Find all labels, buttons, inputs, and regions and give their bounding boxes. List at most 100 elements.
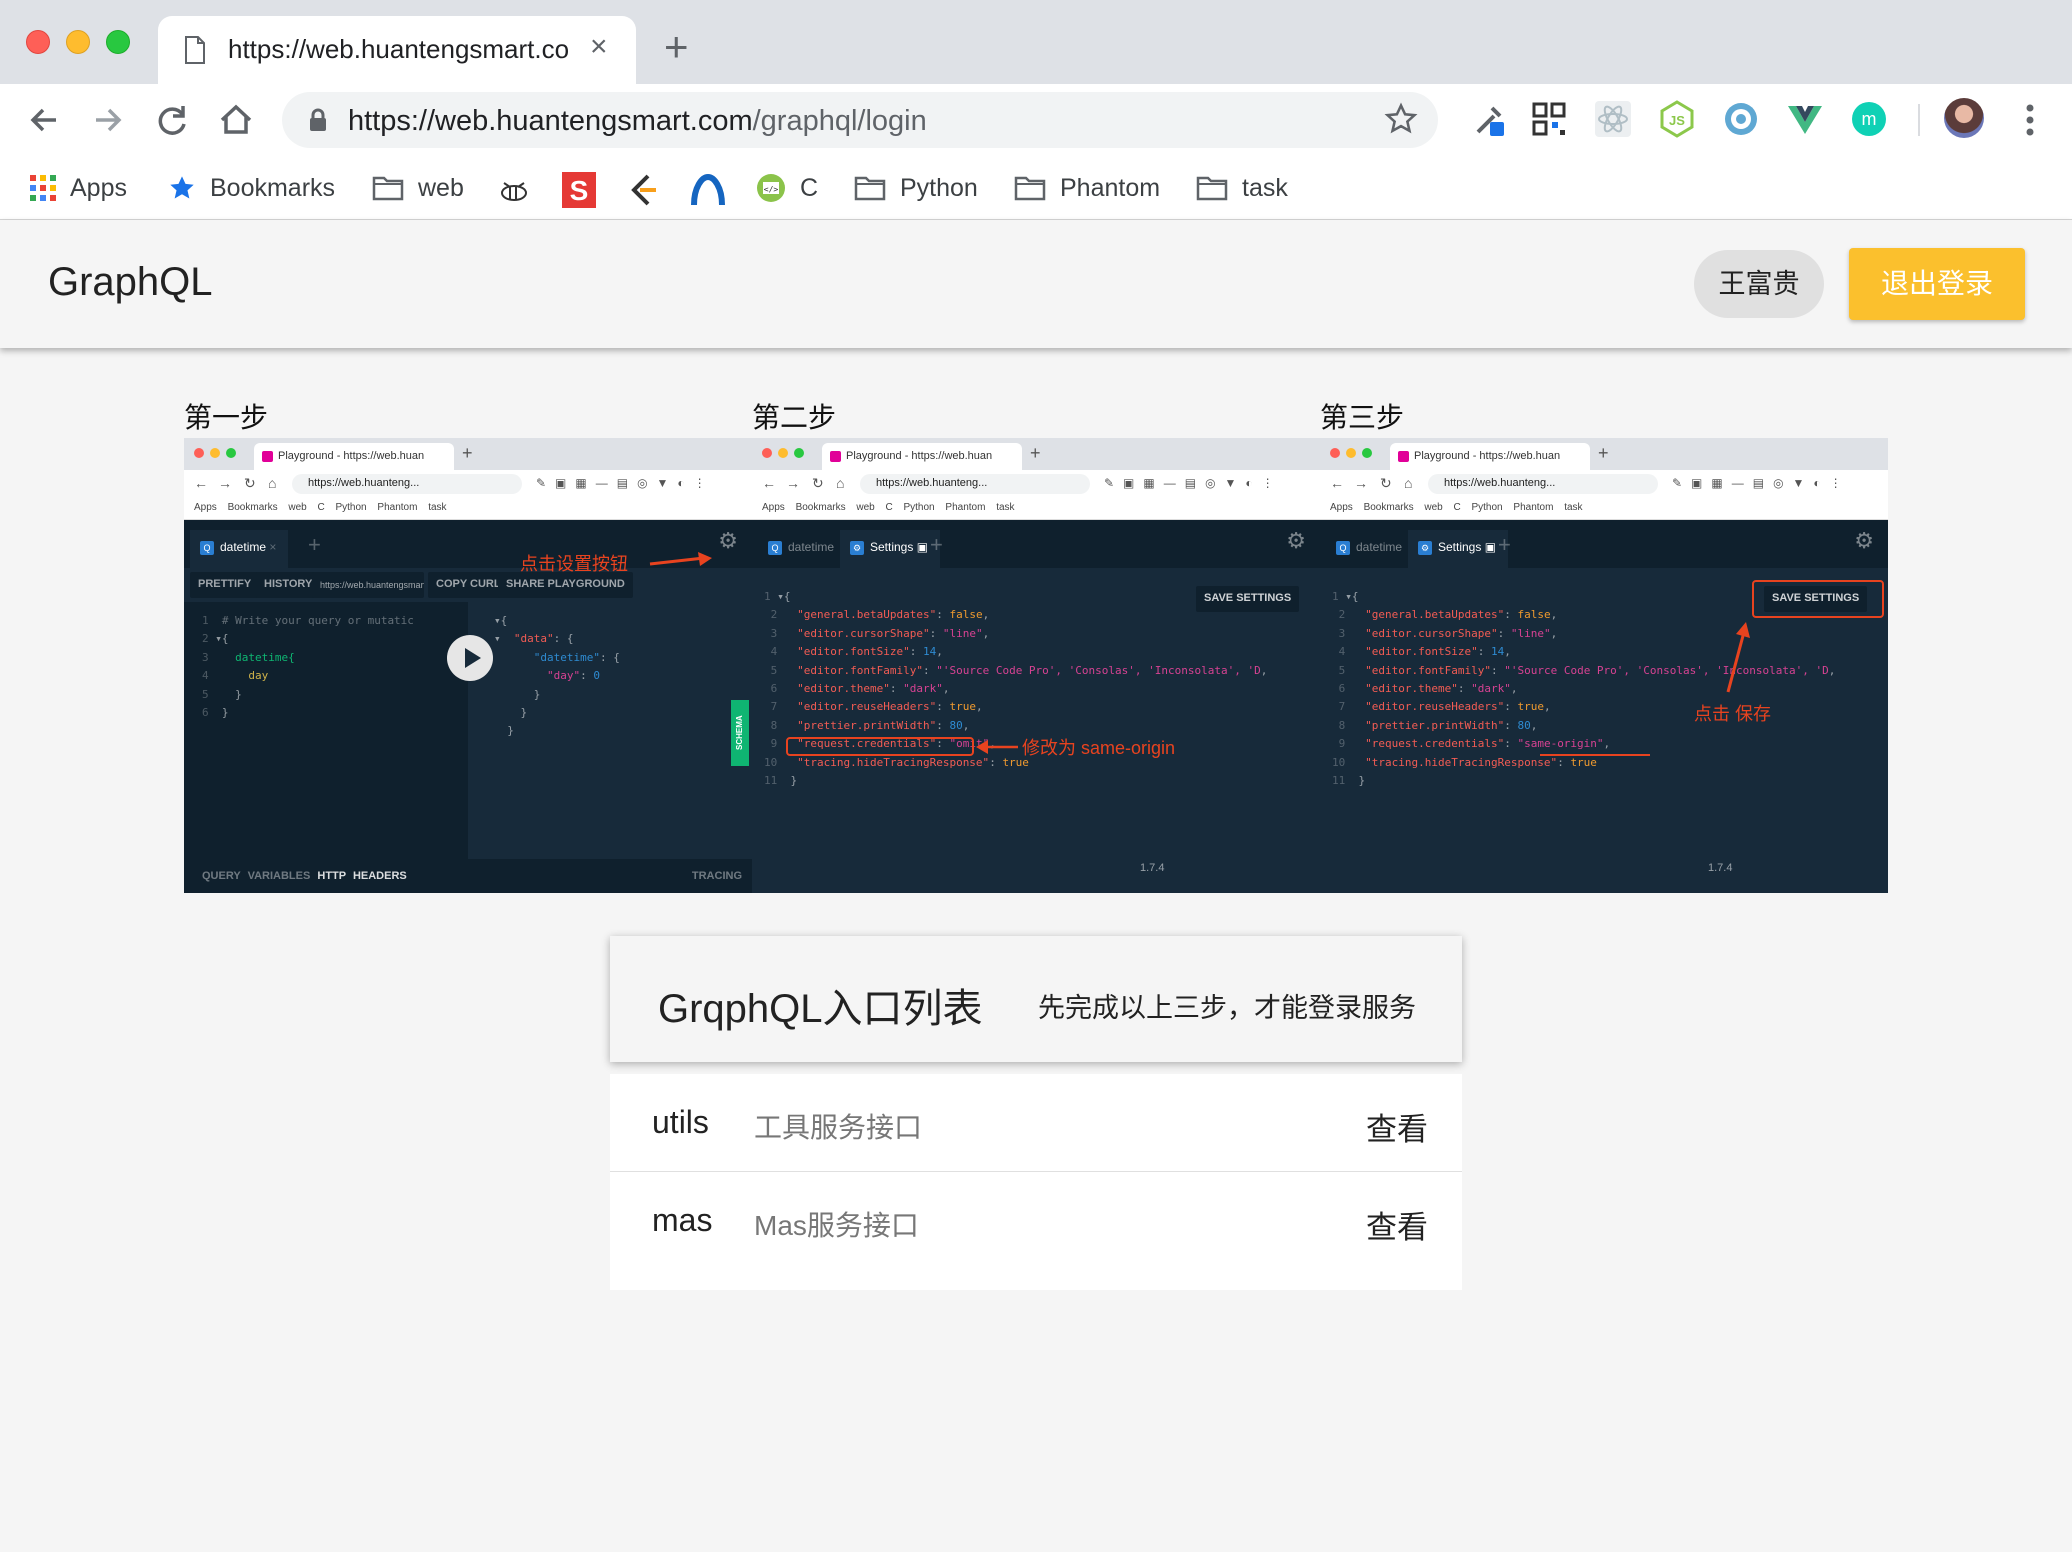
service-name: mas: [652, 1202, 713, 1238]
leetcode-bookmark-icon[interactable]: [628, 170, 658, 210]
window-zoom-button[interactable]: [106, 30, 130, 54]
setting-value: true: [1570, 755, 1597, 769]
bookmark-folder-python[interactable]: Python: [854, 168, 978, 208]
setting-value: "line": [942, 626, 983, 640]
setting-value: "'Source Code Pro', 'Consolas', 'Inconso…: [936, 663, 1261, 677]
react-devtools-extension-icon[interactable]: [1594, 100, 1632, 138]
service-name: utils: [652, 1104, 709, 1140]
window-minimize-button[interactable]: [66, 30, 90, 54]
target-extension-icon[interactable]: [1722, 100, 1760, 138]
setting-value: 80: [949, 718, 963, 732]
window-close-button[interactable]: [26, 30, 50, 54]
apps-grid-icon: [30, 175, 56, 201]
bookmark-bookmarks[interactable]: Bookmarks: [168, 168, 335, 208]
setting-value: "same-origin": [1517, 737, 1604, 751]
settings-tab: Settings ▣: [840, 530, 941, 568]
entry-list-header: GrqphQL入口列表 先完成以上三步，才能登录服务: [610, 936, 1462, 1062]
nodejs-extension-icon[interactable]: JS: [1658, 100, 1696, 138]
annotation-arrow: [976, 740, 1018, 754]
folder-icon: [1014, 176, 1046, 201]
setting-value: true: [1517, 700, 1544, 714]
svg-text:S: S: [570, 175, 589, 206]
profile-avatar[interactable]: [1944, 98, 1984, 138]
play-button-icon: [447, 635, 493, 681]
app-header: GraphQL 王富贵 退出登录: [0, 220, 2072, 348]
playground-tab-datetime: datetime ×: [190, 530, 289, 568]
query-variables-bar: QUERY VARIABLES HTTP HEADERS TRACING: [184, 859, 752, 893]
list-item: utils 工具服务接口 查看: [610, 1074, 1462, 1172]
arc-bookmark-icon[interactable]: [690, 170, 726, 210]
home-icon[interactable]: [214, 98, 258, 142]
folder-icon: [1196, 176, 1228, 201]
view-mas-link[interactable]: 查看: [1366, 1202, 1428, 1247]
setting-value: "'Source Code Pro', 'Consolas', 'Inconso…: [1504, 663, 1829, 677]
service-list: utils 工具服务接口 查看 mas Mas服务接口 查看: [610, 1074, 1462, 1290]
annotation-arrow: [649, 552, 712, 566]
annotation-click-settings: 点击设置按钮: [520, 554, 628, 574]
code-bookmark-icon: </>: [757, 174, 785, 202]
settings-json: 1 ▾{ 2 "general.betaUpdates": false, 3 "…: [764, 590, 1268, 788]
list-item: mas Mas服务接口 查看: [610, 1172, 1462, 1270]
folder-icon: [854, 176, 886, 201]
bookmark-folder-task[interactable]: task: [1196, 168, 1288, 208]
address-bar[interactable]: https://web.huantengsmart.com/graphql/lo…: [282, 92, 1438, 148]
setting-value: "dark": [1471, 682, 1511, 696]
mini-toolbar: ← → ↻ ⌂ https://web.huanteng... ✎▣▦—▤◎▼◐⋮: [184, 470, 752, 498]
settings-json: 1 ▾{ 2 "general.betaUpdates": false, 3 "…: [1332, 590, 1836, 788]
step-1-label: 第一步: [184, 402, 269, 433]
setting-value: false: [1517, 608, 1551, 622]
browser-tab-active[interactable]: https://web.huantengsmart.com/graphql/lo…: [158, 16, 636, 84]
bookmark-apps[interactable]: Apps: [30, 168, 127, 208]
mini-url: https://web.huanteng...: [292, 474, 522, 494]
more-menu-icon[interactable]: [2022, 100, 2038, 140]
qr-code-extension-icon[interactable]: [1530, 100, 1568, 138]
bookmark-folder-phantom[interactable]: Phantom: [1014, 168, 1160, 208]
star-icon: [170, 176, 194, 199]
setting-value: 80: [1517, 718, 1531, 732]
result-panel: ▾{ ▾ "data": { "datetime": { "day": 0 } …: [494, 614, 620, 738]
annotation-click-save: 点击 保存: [1694, 704, 1772, 724]
new-tab-button[interactable]: +: [664, 26, 689, 68]
document-icon: [185, 36, 205, 64]
folder-icon: [372, 176, 404, 201]
tab-close-icon[interactable]: ×: [590, 30, 608, 64]
annotation-arrow: [1726, 622, 1750, 693]
mini-tab-strip: Playground - https://web.huan +: [184, 438, 752, 470]
setting-value: 14: [1490, 645, 1505, 659]
app-title: GraphQL: [48, 260, 213, 304]
bookmark-star-icon[interactable]: [1384, 102, 1418, 136]
view-utils-link[interactable]: 查看: [1366, 1104, 1428, 1149]
eyedropper-extension-icon[interactable]: [1470, 100, 1508, 138]
entry-list-title: GrqphQL入口列表: [658, 987, 983, 1031]
mini-tab: Playground - https://web.huan: [254, 443, 454, 470]
setting-value: true: [949, 700, 976, 714]
entry-list-hint: 先完成以上三步，才能登录服务: [1038, 993, 1416, 1023]
mini-bookmarks: Apps Bookmarks web C Python Phantom task: [184, 498, 752, 520]
lock-icon: [310, 108, 326, 131]
bookmark-c[interactable]: </> C: [756, 168, 818, 208]
playground-toolbar: PRETTIFY HISTORY https://web.huantengsma…: [184, 568, 752, 602]
step-2-screenshot: Playground - https://web.huan + ← → ↻ ⌂ htt…: [752, 438, 1320, 893]
user-name-chip[interactable]: 王富贵: [1694, 250, 1824, 318]
logout-button[interactable]: 退出登录: [1849, 248, 2025, 320]
reload-icon[interactable]: [150, 98, 194, 142]
bee-bookmark-icon[interactable]: [496, 172, 532, 212]
forward-arrow-icon[interactable]: [86, 98, 130, 142]
step-3-screenshot: Playground - https://web.huan + ← → ↻ ⌂ htt…: [1320, 438, 1888, 893]
vue-devtools-extension-icon[interactable]: [1786, 100, 1824, 138]
service-description: Mas服务接口: [754, 1210, 919, 1241]
annotation-same-origin: 修改为 same-origin: [1022, 738, 1176, 758]
schema-tab: SCHEMA: [731, 700, 749, 766]
back-arrow-icon[interactable]: [22, 98, 66, 142]
step-2-label: 第二步: [752, 402, 837, 433]
bookmark-folder-web[interactable]: web: [372, 168, 464, 208]
svg-text:</>: </>: [764, 185, 779, 194]
setting-value: 14: [922, 645, 937, 659]
s-logo-bookmark-icon[interactable]: S: [562, 170, 596, 210]
m-extension-icon[interactable]: m: [1850, 100, 1888, 138]
setting-value: false: [949, 608, 983, 622]
browser-tab-strip: https://web.huantengsmart.com/graphql/lo…: [0, 0, 2072, 84]
url-text: https://web.huantengsmart.com/graphql/lo…: [348, 105, 927, 137]
version-label: 1.7.4: [1140, 862, 1165, 874]
highlight-box: [786, 737, 974, 756]
